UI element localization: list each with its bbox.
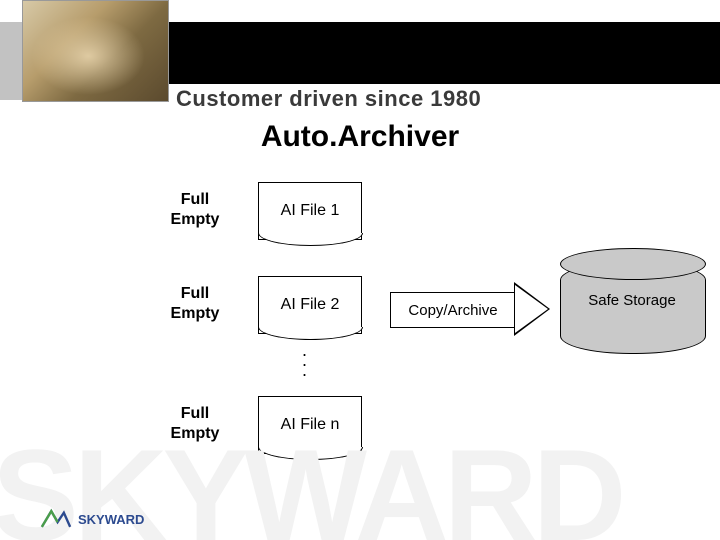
arrow-label: Copy/Archive (408, 302, 497, 319)
copy-archive-arrow: Copy/Archive (390, 284, 554, 332)
file-shape-1: AI File 1 (258, 182, 362, 240)
status-full: Full (181, 191, 209, 208)
file-label: AI File 2 (281, 296, 340, 314)
cylinder-top (560, 248, 706, 280)
arrow-shaft: Copy/Archive (390, 292, 515, 328)
vertical-ellipsis: ... (302, 346, 307, 376)
status-label-2: Full Empty (150, 284, 240, 330)
brand-logo: SKYWARD (40, 508, 144, 530)
slide-title: Auto.Archiver (0, 120, 720, 154)
footer: SKYWARD SKYWARD (0, 452, 720, 540)
safe-storage-cylinder: Safe Storage (558, 248, 706, 366)
status-empty: Empty (171, 305, 220, 322)
arrow-head-icon (514, 282, 550, 336)
tagline-text: Customer driven since 1980 (176, 86, 481, 112)
header-photo (22, 0, 169, 102)
logo-mark-icon (40, 508, 72, 530)
header-accent-left (0, 22, 22, 84)
slide-header: Customer driven since 1980 (0, 22, 720, 100)
file-shape-2: AI File 2 (258, 276, 362, 334)
status-empty: Empty (171, 211, 220, 228)
status-full: Full (181, 285, 209, 302)
logo-text: SKYWARD (78, 512, 144, 527)
storage-label: Safe Storage (558, 292, 706, 309)
status-label-1: Full Empty (150, 190, 240, 236)
file-label: AI File 1 (281, 202, 340, 220)
